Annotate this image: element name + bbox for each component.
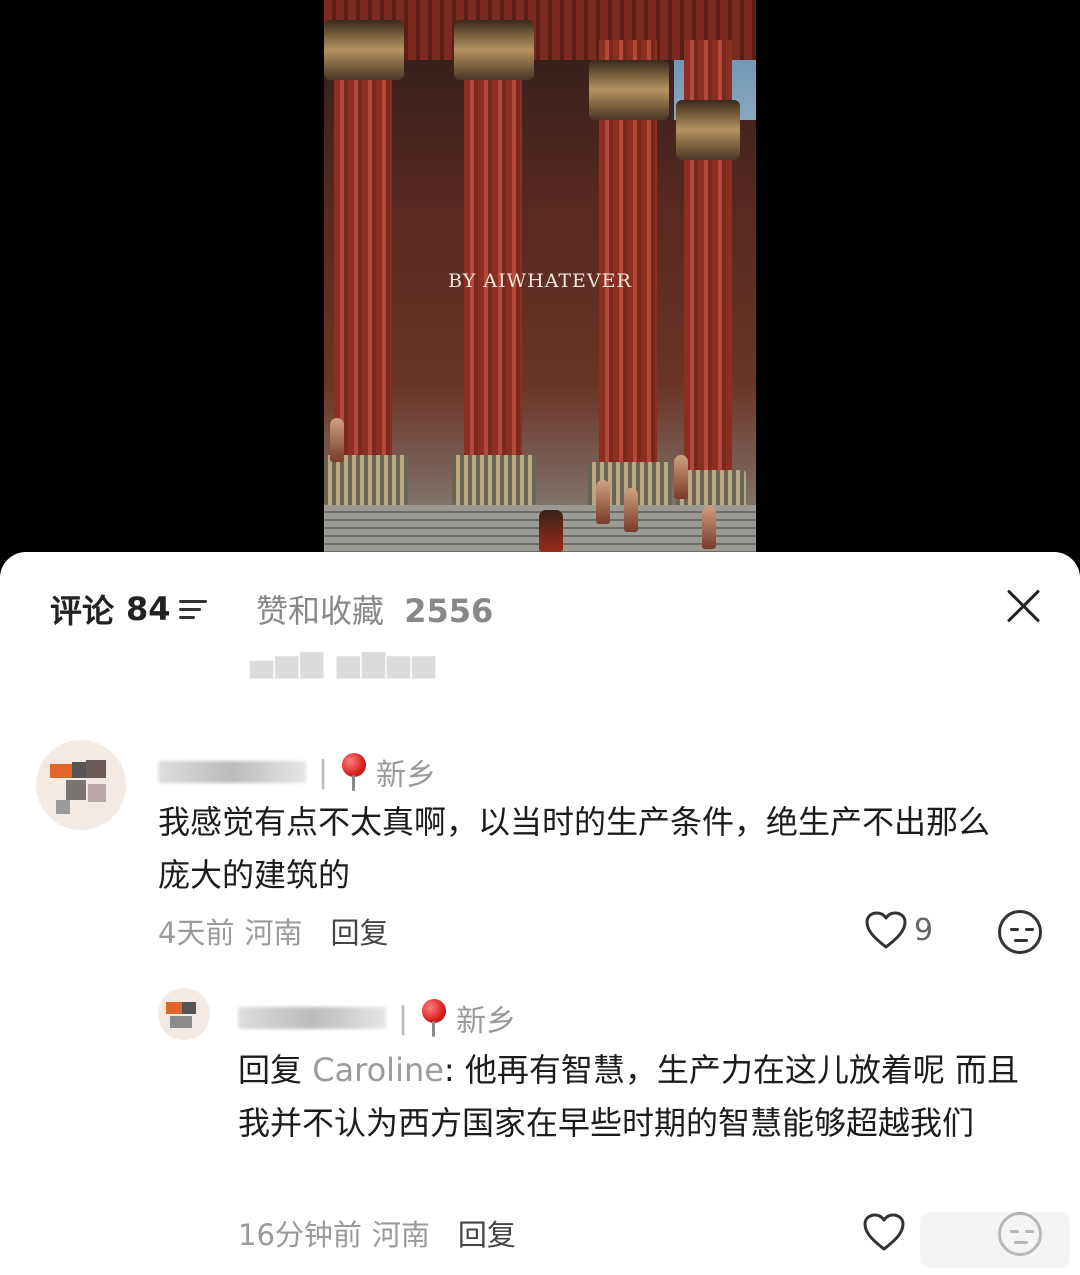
- video-watermark: BY AIWHATEVER: [448, 270, 632, 292]
- sort-icon[interactable]: [178, 597, 209, 621]
- reply-region: 河南: [371, 1218, 430, 1252]
- reply-username[interactable]: | 新乡: [238, 996, 516, 1040]
- reply-button[interactable]: 回复: [330, 910, 388, 952]
- column-capital: [676, 100, 740, 160]
- column-base: [452, 455, 536, 505]
- figure: [539, 510, 563, 552]
- figure: [702, 505, 716, 549]
- avatar[interactable]: [36, 740, 126, 830]
- tab-likes-count: 2556: [404, 592, 494, 630]
- figure: [624, 488, 638, 532]
- comment-location: 新乡: [376, 758, 437, 793]
- separator: |: [398, 1000, 409, 1036]
- column-capital: [454, 20, 534, 80]
- column-base: [324, 455, 408, 505]
- figure: [596, 480, 610, 524]
- column: [464, 40, 522, 480]
- video-area[interactable]: BY AIWHATEVER: [0, 0, 1080, 560]
- tab-comments-count: 84: [126, 590, 171, 628]
- comment-username[interactable]: | 新乡: [158, 750, 436, 794]
- comment-time: 4天前: [158, 916, 235, 950]
- tab-likes-label: 赞和收藏: [256, 592, 385, 630]
- like-count: 9: [914, 912, 934, 948]
- figure: [330, 418, 344, 462]
- username-blurred: [238, 1007, 386, 1029]
- tab-comments[interactable]: 评论 84: [50, 586, 209, 632]
- comments-sheet: 评论 84 赞和收藏 2556 ▄▅▆ ▅▆▅▅ | 新乡 我感觉有点不太真啊，…: [0, 552, 1080, 1275]
- reply-prefix: 回复: [238, 1051, 303, 1089]
- comment-tabs: 评论 84 赞和收藏 2556: [0, 552, 1080, 662]
- reply-button[interactable]: 回复: [458, 1212, 516, 1254]
- close-icon[interactable]: [998, 580, 1050, 632]
- tab-comments-label: 评论: [50, 592, 115, 630]
- separator: |: [318, 754, 329, 790]
- like-button[interactable]: 9: [864, 910, 933, 950]
- column: [334, 40, 392, 480]
- column-capital: [324, 20, 404, 80]
- comment-meta: 4天前 河南 回复: [158, 910, 388, 952]
- video-frame[interactable]: BY AIWHATEVER: [324, 0, 756, 552]
- column-capital: [589, 60, 669, 120]
- reply-location: 新乡: [456, 1004, 517, 1039]
- reply-text: 回复 Caroline: 他再有智慧，生产力在这儿放着呢 而且我并不认为西方国家…: [238, 1044, 1038, 1150]
- location-pin-icon: [340, 753, 368, 791]
- reply-meta: 16分钟前 河南 回复: [238, 1212, 516, 1254]
- dislike-icon[interactable]: [998, 910, 1042, 954]
- heart-icon: [865, 911, 907, 949]
- reply-time: 16分钟前: [238, 1218, 362, 1252]
- heart-icon: [863, 1213, 905, 1251]
- comment-region: 河南: [244, 916, 303, 950]
- watermark-overlay: [920, 1212, 1070, 1268]
- username-blurred: [158, 761, 306, 783]
- like-button[interactable]: [862, 1212, 906, 1252]
- location-pin-icon: [420, 999, 448, 1037]
- avatar[interactable]: [158, 988, 210, 1040]
- tab-likes-favorites[interactable]: 赞和收藏 2556: [256, 586, 493, 632]
- reply-mention[interactable]: Caroline: [312, 1051, 444, 1089]
- comment-text: 我感觉有点不太真啊，以当时的生产条件，绝生产不出那么庞大的建筑的: [158, 803, 991, 894]
- figure: [674, 455, 688, 499]
- previous-comment-fragment: ▄▅▆ ▅▆▅▅: [250, 644, 438, 679]
